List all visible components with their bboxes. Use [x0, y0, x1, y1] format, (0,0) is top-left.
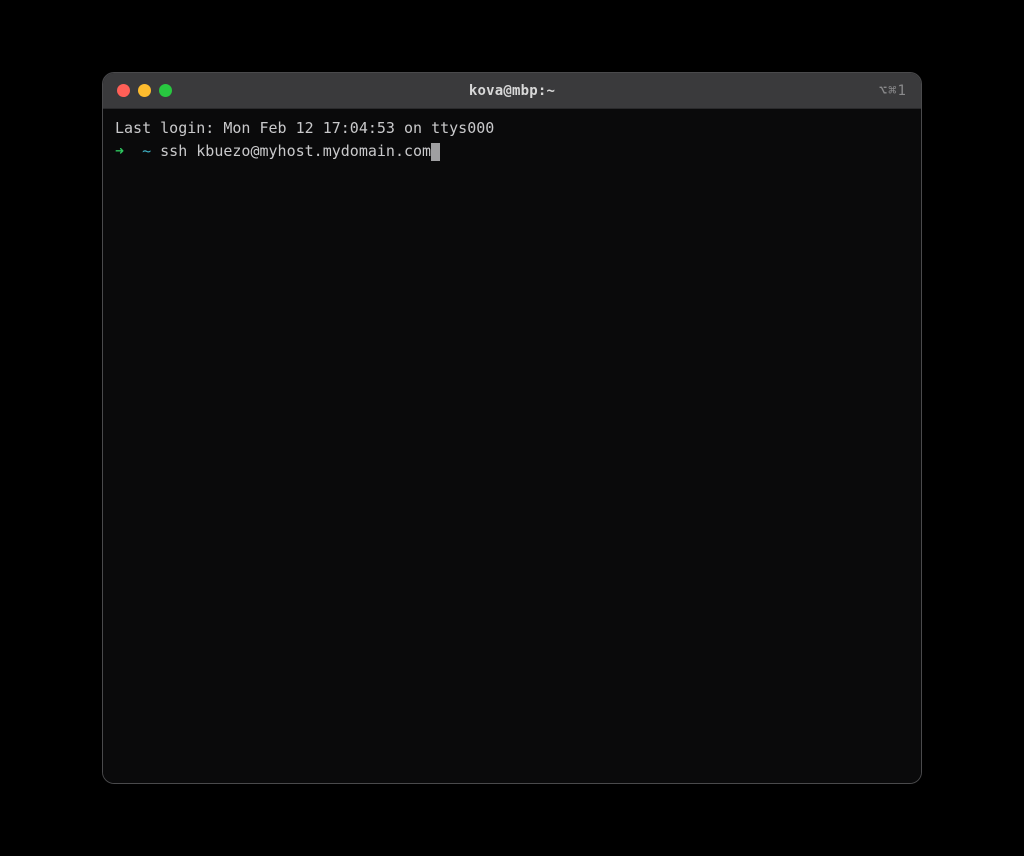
prompt-arrow-icon: ➜: [115, 142, 124, 160]
command-input[interactable]: ssh kbuezo@myhost.mydomain.com: [160, 142, 431, 160]
titlebar: kova@mbp:~ ⌥⌘1: [103, 73, 921, 109]
prompt-path: ~: [142, 142, 151, 160]
zoom-icon[interactable]: [159, 84, 172, 97]
window-title: kova@mbp:~: [469, 83, 555, 99]
last-login-line: Last login: Mon Feb 12 17:04:53 on ttys0…: [115, 117, 909, 140]
terminal-window: kova@mbp:~ ⌥⌘1 Last login: Mon Feb 12 17…: [102, 72, 922, 784]
terminal-body[interactable]: Last login: Mon Feb 12 17:04:53 on ttys0…: [103, 109, 921, 783]
cursor-icon: [431, 143, 440, 161]
traffic-lights: [117, 84, 172, 97]
close-icon[interactable]: [117, 84, 130, 97]
prompt-line: ➜ ~ ssh kbuezo@myhost.mydomain.com: [115, 140, 909, 163]
minimize-icon[interactable]: [138, 84, 151, 97]
shortcut-indicator: ⌥⌘1: [879, 83, 907, 99]
